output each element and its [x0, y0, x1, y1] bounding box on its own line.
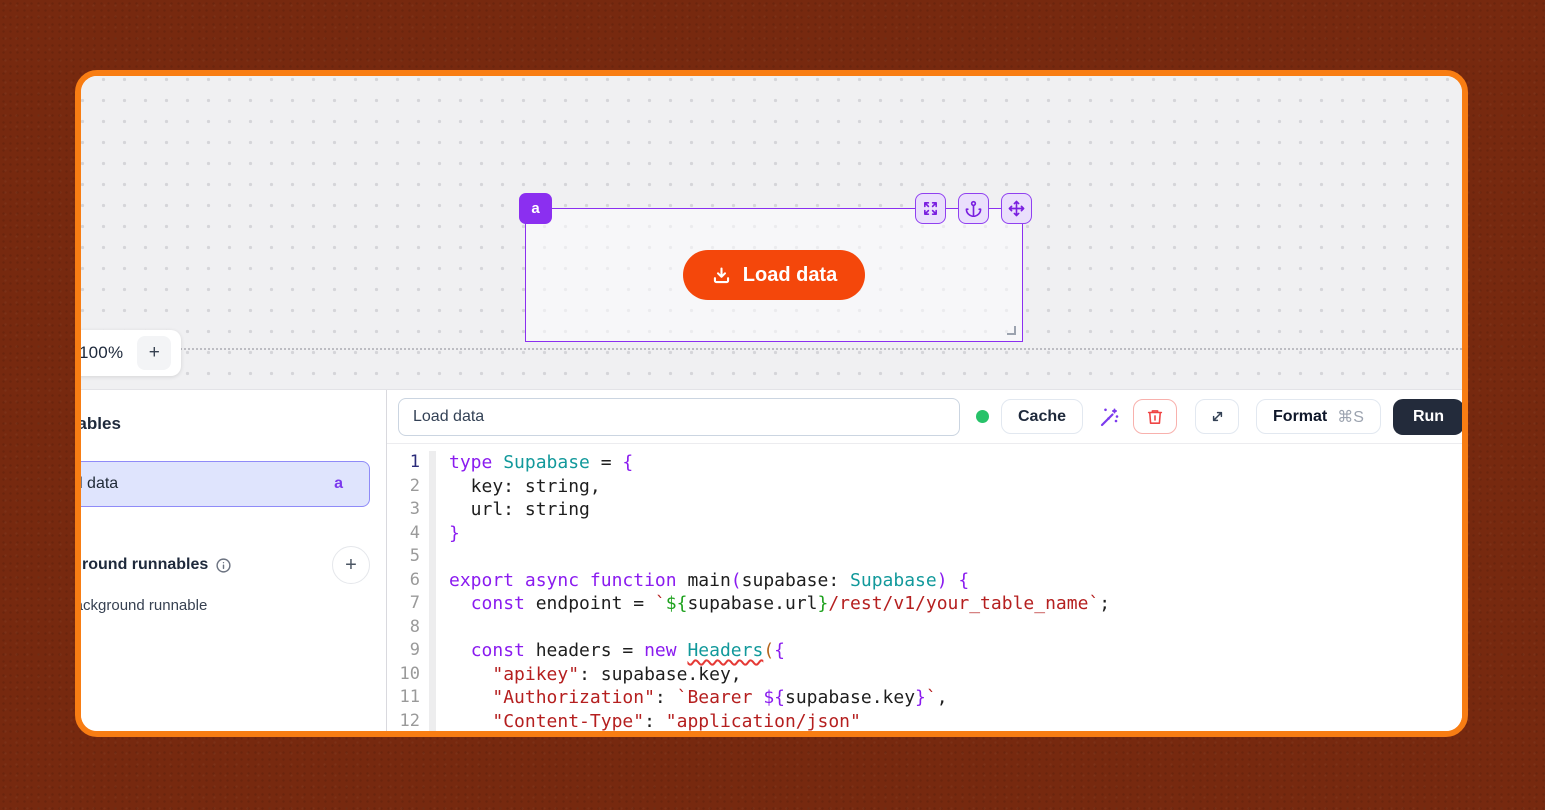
format-button-label: Format [1273, 408, 1327, 426]
code-editor[interactable]: 1type Supabase = {2 key: string,3 url: s… [387, 444, 1462, 731]
gutter-decoration [429, 663, 436, 687]
runnable-name-input[interactable] [398, 398, 960, 436]
status-dot [976, 410, 989, 423]
gutter-decoration [429, 616, 436, 640]
code-text: "Content-Type": "application/json" [436, 710, 861, 732]
zoom-level: 100% [81, 343, 123, 363]
load-data-button[interactable]: Load data [683, 250, 865, 300]
zoom-in-button[interactable]: + [137, 336, 171, 370]
code-line[interactable]: 8 [387, 616, 1462, 640]
code-text: const headers = new Headers({ [436, 639, 785, 663]
runnable-detail-panel: Cache [387, 390, 1462, 731]
code-text [436, 616, 449, 640]
format-shortcut: ⌘S [1337, 407, 1364, 427]
app-canvas[interactable]: − 100% + Load data a [81, 76, 1462, 390]
code-line[interactable]: 3 url: string [387, 498, 1462, 522]
background-runnables-header: Background runnables + [81, 546, 370, 584]
code-line[interactable]: 9 const headers = new Headers({ [387, 639, 1462, 663]
gutter-decoration [429, 545, 436, 569]
run-button[interactable]: Run [1393, 399, 1464, 435]
line-number: 12 [387, 710, 420, 732]
line-number: 6 [387, 569, 420, 593]
code-text: "Authorization": `Bearer ${supabase.key}… [436, 686, 948, 710]
background-runnables-empty-text: No background runnable [81, 597, 370, 614]
code-text [436, 545, 449, 569]
code-text: key: string, [436, 475, 601, 499]
selected-component-container[interactable]: Load data [525, 208, 1023, 342]
line-number: 4 [387, 522, 420, 546]
cache-button[interactable]: Cache [1001, 399, 1083, 434]
gutter-decoration [429, 522, 436, 546]
anchor-component-button[interactable] [958, 193, 989, 224]
line-number: 10 [387, 663, 420, 687]
code-line[interactable]: 4} [387, 522, 1462, 546]
component-handles [915, 193, 1032, 224]
download-icon [711, 265, 732, 286]
info-icon[interactable] [215, 557, 232, 574]
line-number: 3 [387, 498, 420, 522]
gutter-decoration [429, 592, 436, 616]
runnable-toolbar: Cache [387, 390, 1462, 444]
code-text: export async function main(supabase: Sup… [436, 569, 969, 593]
line-number: 5 [387, 545, 420, 569]
load-data-button-label: Load data [743, 264, 837, 287]
code-text: type Supabase = { [436, 451, 633, 475]
code-line[interactable]: 1 type Supabase = { [387, 451, 1462, 475]
move-component-button[interactable] [1001, 193, 1032, 224]
code-line[interactable]: 12 "Content-Type": "application/json" [387, 710, 1462, 732]
line-number: 8 [387, 616, 420, 640]
code-line[interactable]: 6 export async function main(supabase: Su… [387, 569, 1462, 593]
expand-icon [922, 200, 939, 217]
gutter-decoration [429, 498, 436, 522]
ai-wand-button[interactable] [1097, 405, 1121, 429]
code-line[interactable]: 5 [387, 545, 1462, 569]
bottom-section: Runnables Load data a Background runnabl… [81, 390, 1462, 731]
line-number: 2 [387, 475, 420, 499]
code-text: } [436, 522, 460, 546]
code-line[interactable]: 7 const endpoint = `${supabase.url}/rest… [387, 592, 1462, 616]
component-id-badge[interactable]: a [519, 193, 552, 224]
expand-diagonal-icon [1209, 408, 1226, 425]
delete-button[interactable] [1133, 399, 1177, 434]
code-line[interactable]: 10 "apikey": supabase.key, [387, 663, 1462, 687]
add-background-runnable-button[interactable]: + [332, 546, 370, 584]
code-line[interactable]: 11 "Authorization": `Bearer ${supabase.k… [387, 686, 1462, 710]
code-line[interactable]: 2 key: string, [387, 475, 1462, 499]
gutter-decoration [429, 710, 436, 732]
gutter-decoration [429, 686, 436, 710]
runnables-title: Runnables [81, 414, 370, 434]
runnable-item-badge: a [334, 475, 343, 493]
trash-icon [1146, 408, 1164, 426]
app-window: − 100% + Load data a [75, 70, 1468, 737]
move-icon [1008, 200, 1025, 217]
line-number: 9 [387, 639, 420, 663]
runnable-item-load-data[interactable]: Load data a [81, 461, 370, 507]
expand-component-button[interactable] [915, 193, 946, 224]
code-text: "apikey": supabase.key, [436, 663, 742, 687]
resize-handle[interactable] [1007, 326, 1016, 335]
format-button[interactable]: Format ⌘S [1256, 399, 1381, 434]
runnables-panel: Runnables Load data a Background runnabl… [81, 390, 387, 731]
gutter-decoration [429, 639, 436, 663]
gutter-decoration [429, 475, 436, 499]
zoom-control: − 100% + [81, 330, 181, 376]
code-text: url: string [436, 498, 590, 522]
gutter-decoration [429, 569, 436, 593]
line-number: 7 [387, 592, 420, 616]
code-text: const endpoint = `${supabase.url}/rest/v… [436, 592, 1110, 616]
anchor-icon [965, 200, 982, 217]
line-number: 11 [387, 686, 420, 710]
fullscreen-button[interactable] [1195, 399, 1239, 434]
line-number: 1 [387, 451, 420, 475]
canvas-height-guide [81, 348, 1462, 350]
runnable-item-label: Load data [81, 475, 334, 493]
gutter-decoration [429, 451, 436, 475]
magic-wand-icon [1097, 405, 1121, 429]
background-runnables-title: Background runnables [81, 556, 208, 574]
